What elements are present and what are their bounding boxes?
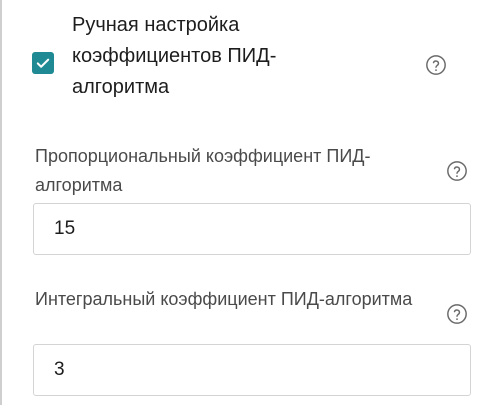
panel-left-border: [0, 0, 2, 405]
proportional-coefficient-input[interactable]: 15: [33, 203, 471, 255]
manual-pid-checkbox[interactable]: [32, 52, 54, 74]
help-circle-icon[interactable]: [446, 303, 468, 325]
help-circle-icon[interactable]: [446, 160, 468, 182]
proportional-coefficient-label: Пропорциональный коэффициент ПИД-алгорит…: [35, 146, 371, 195]
integral-coefficient-label: Интегральный коэффициент ПИД-алгоритма: [35, 289, 413, 309]
pid-settings-panel: Ручная настройка коэффициентов ПИД-алгор…: [0, 0, 485, 405]
help-circle-icon[interactable]: [425, 54, 447, 76]
integral-coefficient-input[interactable]: 3: [33, 344, 471, 396]
manual-pid-label[interactable]: Ручная настройка коэффициентов ПИД-алгор…: [72, 10, 352, 103]
checkmark-icon: [36, 58, 50, 68]
